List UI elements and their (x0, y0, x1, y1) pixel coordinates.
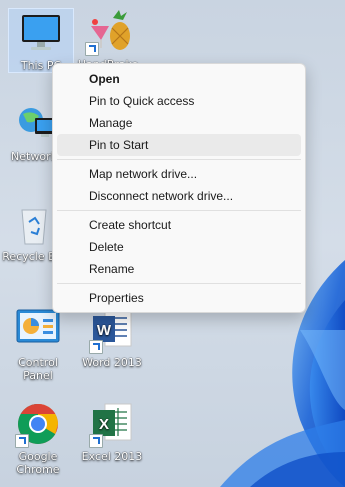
shortcut-arrow-icon (89, 340, 103, 354)
desktop-icon-label: Excel 2013 (81, 450, 143, 463)
menu-separator (57, 159, 301, 160)
shortcut-arrow-icon (15, 434, 29, 448)
desktop-icon-label: Word 2013 (82, 356, 142, 369)
menu-separator (57, 283, 301, 284)
shortcut-arrow-icon (85, 42, 99, 56)
menu-item-create-shortcut[interactable]: Create shortcut (57, 214, 301, 236)
menu-item-pin-to-start[interactable]: Pin to Start (57, 134, 301, 156)
monitor-icon (16, 9, 66, 57)
chrome-icon (13, 400, 63, 448)
word-icon: W (87, 306, 137, 354)
pineapple-cocktail-icon (83, 8, 133, 56)
menu-item-open[interactable]: Open (57, 68, 301, 90)
control-panel-icon (13, 306, 63, 354)
svg-text:W: W (97, 322, 112, 339)
menu-item-pin-to-quick-access[interactable]: Pin to Quick access (57, 90, 301, 112)
menu-separator (57, 210, 301, 211)
menu-item-disconnect-network-drive[interactable]: Disconnect network drive... (57, 185, 301, 207)
menu-item-rename[interactable]: Rename (57, 258, 301, 280)
desktop-icon-label: Google Chrome (16, 450, 60, 476)
excel-icon: X (87, 400, 137, 448)
desktop-icon-google-chrome[interactable]: Google Chrome (6, 400, 70, 476)
desktop-icon-word-2013[interactable]: W Word 2013 (80, 306, 144, 369)
svg-text:X: X (99, 416, 109, 433)
desktop-icon-handbrake[interactable]: HandBrake (76, 8, 140, 71)
menu-item-properties[interactable]: Properties (57, 287, 301, 309)
desktop-icon-excel-2013[interactable]: X Excel 2013 (80, 400, 144, 463)
desktop-icon-label: Control Panel (18, 356, 58, 382)
shortcut-arrow-icon (89, 434, 103, 448)
desktop-icon-control-panel[interactable]: Control Panel (6, 306, 70, 382)
menu-item-map-network-drive[interactable]: Map network drive... (57, 163, 301, 185)
context-menu: Open Pin to Quick access Manage Pin to S… (52, 63, 306, 313)
menu-item-delete[interactable]: Delete (57, 236, 301, 258)
menu-item-manage[interactable]: Manage (57, 112, 301, 134)
